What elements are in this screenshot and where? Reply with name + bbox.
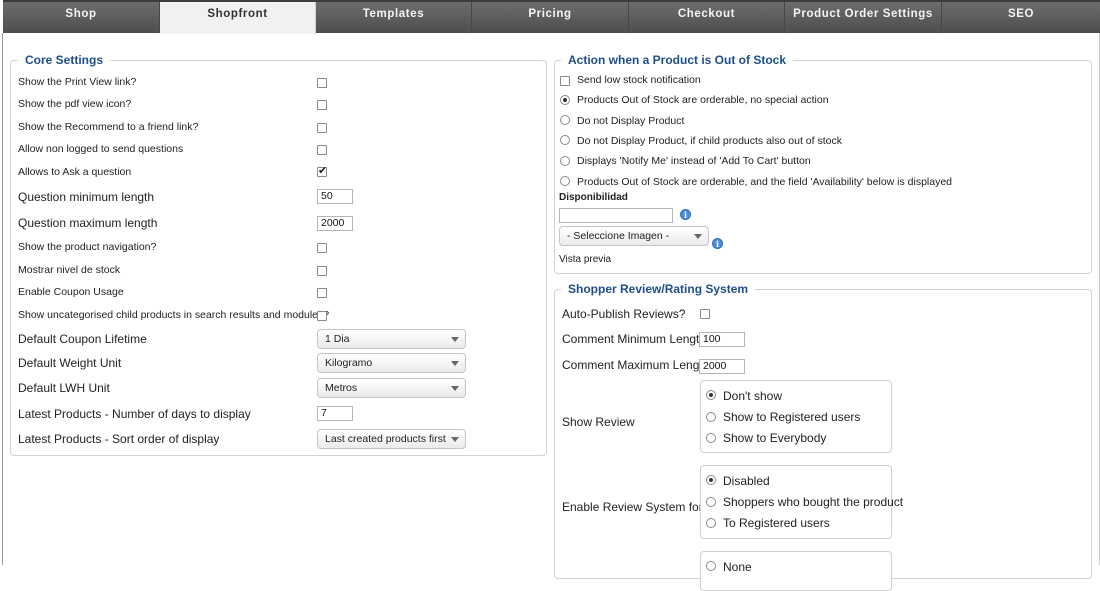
show-review-dont-show-radio[interactable] <box>706 390 716 400</box>
rating-none-label: None <box>723 560 752 574</box>
tab-product-order-settings[interactable]: Product Order Settings <box>785 2 942 33</box>
enable-review-bought-radio[interactable] <box>706 497 716 507</box>
weight-unit-label: Default Weight Unit <box>18 356 122 370</box>
show-review-everybody-label: Show to Everybody <box>723 431 827 445</box>
product-nav-label: Show the product navigation? <box>18 241 157 253</box>
tab-shop[interactable]: Shop <box>3 2 160 33</box>
latest-sort-label: Latest Products - Sort order of display <box>18 432 220 446</box>
core-settings-legend: Core Settings <box>18 52 111 68</box>
comment-min-label: Comment Minimum Length <box>562 332 707 346</box>
lwh-unit-select[interactable]: Metros <box>317 378 466 398</box>
stock-option-1-radio[interactable] <box>560 95 570 105</box>
coupon-usage-label: Enable Coupon Usage <box>18 286 124 298</box>
info-icon[interactable]: i <box>680 209 691 220</box>
stock-option-1-label: Products Out of Stock are orderable, no … <box>577 94 829 106</box>
weight-unit-select[interactable]: Kilogramo <box>317 353 466 373</box>
enable-review-bought-label: Shoppers who bought the product <box>723 495 904 509</box>
stock-level-label: Mostrar nivel de stock <box>18 264 121 276</box>
enable-review-disabled-label: Disabled <box>723 474 770 488</box>
enable-review-registered-label: To Registered users <box>723 516 830 530</box>
print-view-checkbox[interactable] <box>317 78 327 88</box>
latest-days-input[interactable]: 7 <box>317 406 353 421</box>
show-review-options: Don't show Show to Registered users Show… <box>700 380 892 453</box>
info-icon[interactable]: i <box>712 238 723 249</box>
recommend-label: Show the Recommend to a friend link? <box>18 121 199 133</box>
ask-question-checkbox[interactable] <box>317 164 327 177</box>
tab-templates[interactable]: Templates <box>316 2 472 33</box>
product-nav-checkbox[interactable] <box>317 243 327 253</box>
stock-option-3-radio[interactable] <box>560 135 570 145</box>
auto-publish-checkbox[interactable] <box>700 309 710 319</box>
low-stock-label: Send low stock notification <box>577 74 701 86</box>
enable-review-options: Disabled Shoppers who bought the product… <box>700 465 903 539</box>
out-of-stock-legend: Action when a Product is Out of Stock <box>561 52 794 68</box>
stock-option-4-label: Displays 'Notify Me' instead of 'Add To … <box>577 155 811 167</box>
tab-checkout[interactable]: Checkout <box>629 2 785 33</box>
rating-none-radio[interactable] <box>706 561 716 571</box>
auto-publish-label: Auto-Publish Reviews? <box>562 307 686 321</box>
coupon-lifetime-select[interactable]: 1 Dia <box>317 329 466 349</box>
coupon-usage-checkbox[interactable] <box>317 288 327 298</box>
show-review-label: Show Review <box>562 415 635 429</box>
stock-option-2-radio[interactable] <box>560 115 570 125</box>
disponibilidad-input[interactable] <box>559 208 673 223</box>
show-review-dont-show-label: Don't show <box>723 389 782 403</box>
stock-option-2-label: Do not Display Product <box>577 115 685 127</box>
uncategorised-label: Show uncategorised child products in sea… <box>18 309 330 321</box>
comment-min-input[interactable]: 100 <box>699 332 745 347</box>
core-settings-panel: Core Settings Show the Print View link? … <box>10 52 547 456</box>
question-min-input[interactable]: 50 <box>317 189 353 204</box>
latest-days-label: Latest Products - Number of days to disp… <box>18 407 251 421</box>
uncategorised-checkbox[interactable] <box>317 311 327 321</box>
lwh-unit-label: Default LWH Unit <box>18 381 110 395</box>
review-legend: Shopper Review/Rating System <box>561 281 756 297</box>
out-of-stock-panel: Action when a Product is Out of Stock Se… <box>554 52 1092 274</box>
stock-option-4-radio[interactable] <box>560 156 570 166</box>
stock-level-checkbox[interactable] <box>317 266 327 276</box>
stock-option-3-label: Do not Display Product, if child product… <box>577 135 842 147</box>
show-review-everybody-radio[interactable] <box>706 433 716 443</box>
low-stock-checkbox[interactable] <box>560 76 570 86</box>
latest-sort-select[interactable]: Last created products first <box>317 429 466 449</box>
tab-bar: Shop Shopfront Templates Pricing Checkou… <box>3 0 1100 34</box>
ask-question-label: Allows to Ask a question <box>18 166 132 178</box>
pdf-icon-label: Show the pdf view icon? <box>18 98 132 110</box>
enable-review-label: Enable Review System for <box>562 500 703 514</box>
stock-option-5-radio[interactable] <box>560 176 570 186</box>
stock-option-5-label: Products Out of Stock are orderable, and… <box>577 176 953 188</box>
question-min-label: Question minimum length <box>18 190 155 204</box>
question-max-label: Question maximum length <box>18 216 158 230</box>
pdf-icon-checkbox[interactable] <box>317 100 327 110</box>
tab-shopfront[interactable]: Shopfront <box>160 2 316 34</box>
tab-seo[interactable]: SEO <box>942 2 1100 33</box>
rating-options: None <box>700 551 892 591</box>
recommend-checkbox[interactable] <box>317 123 327 133</box>
enable-review-disabled-radio[interactable] <box>706 475 716 485</box>
question-max-input[interactable]: 2000 <box>317 216 353 231</box>
tab-pricing[interactable]: Pricing <box>472 2 629 33</box>
disponibilidad-label: Disponibilidad <box>559 192 628 203</box>
comment-max-input[interactable]: 2000 <box>699 359 745 374</box>
enable-review-registered-radio[interactable] <box>706 518 716 528</box>
review-panel: Shopper Review/Rating System Auto-Publis… <box>554 281 1092 591</box>
non-logged-label: Allow non logged to send questions <box>18 143 184 155</box>
preview-label: Vista previa <box>559 254 612 265</box>
show-review-registered-label: Show to Registered users <box>723 410 861 424</box>
print-view-label: Show the Print View link? <box>18 76 137 88</box>
image-select[interactable]: - Seleccione Imagen - <box>559 226 709 246</box>
show-review-registered-radio[interactable] <box>706 412 716 422</box>
non-logged-checkbox[interactable] <box>317 145 327 155</box>
coupon-lifetime-label: Default Coupon Lifetime <box>18 332 147 346</box>
page-border-left <box>2 33 3 565</box>
comment-max-label: Comment Maximum Length <box>562 358 710 372</box>
